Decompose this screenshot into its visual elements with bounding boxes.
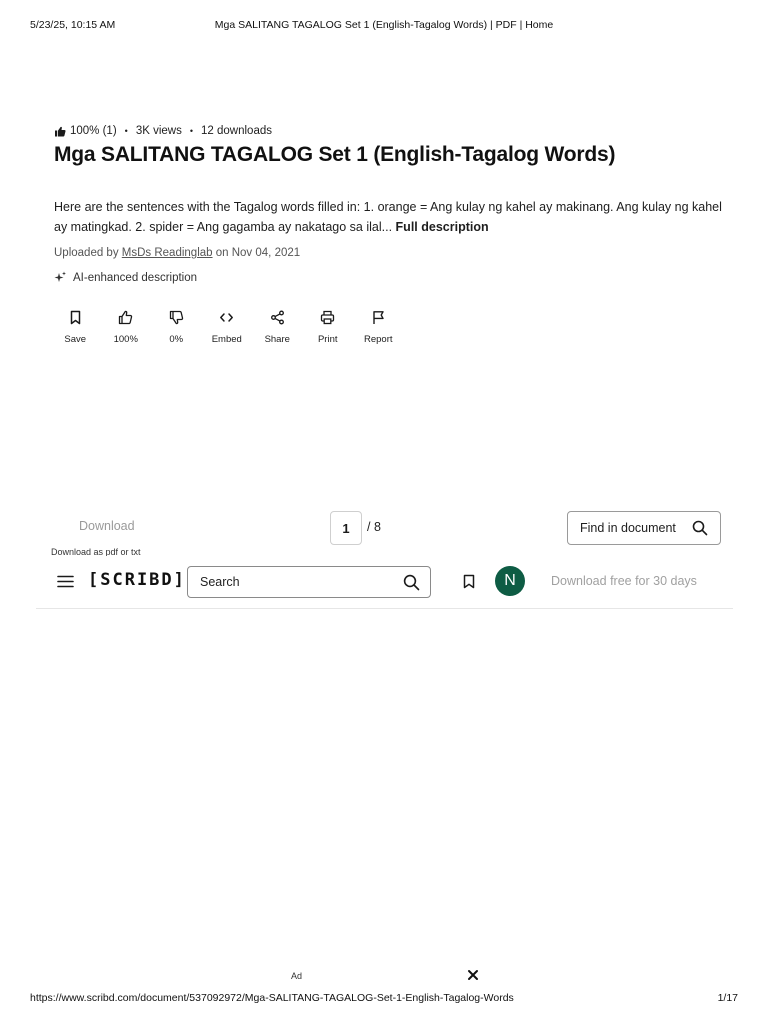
document-description: Here are the sentences with the Tagalog …: [54, 197, 724, 237]
thumbs-up-icon: [119, 310, 133, 325]
save-label: Save: [64, 334, 87, 345]
downvote-percent: 0%: [169, 334, 184, 345]
print-page-number: 1/17: [717, 992, 738, 1004]
bookmark-icon: [70, 310, 80, 325]
description-text: Here are the sentences with the Tagalog …: [54, 200, 722, 234]
print-page-title: Mga SALITANG TAGALOG Set 1 (English-Taga…: [214, 19, 554, 31]
download-button[interactable]: Download: [79, 519, 135, 533]
close-icon[interactable]: [467, 969, 479, 981]
downvote-button[interactable]: 0%: [151, 310, 202, 345]
downloads-count: 12 downloads: [201, 125, 272, 137]
find-in-document-button[interactable]: Find in document: [567, 511, 721, 545]
printer-icon: [321, 310, 335, 325]
find-in-document-label: Find in document: [580, 521, 676, 535]
embed-button[interactable]: Embed: [202, 310, 253, 345]
page-total: / 8: [367, 520, 381, 534]
share-button[interactable]: Share: [252, 310, 303, 345]
document-title: Mga SALITANG TAGALOG Set 1 (English-Taga…: [54, 143, 616, 166]
search-icon[interactable]: [403, 574, 420, 591]
ad-label: Ad: [291, 971, 303, 981]
ai-enhanced-description: AI-enhanced description: [54, 271, 197, 284]
download-format-hint: Download as pdf or txt: [51, 547, 141, 556]
share-icon: [270, 310, 284, 325]
hamburger-menu-icon[interactable]: [57, 575, 74, 588]
separator-dot: •: [124, 126, 128, 136]
document-stats: 100% (1) • 3K views • 12 downloads: [54, 125, 272, 137]
sparkle-icon: [54, 271, 66, 282]
embed-label: Embed: [211, 334, 242, 345]
uploader-link[interactable]: MsDs Readinglab: [122, 247, 213, 259]
report-button[interactable]: Report: [353, 310, 404, 345]
code-icon: [220, 313, 234, 322]
uploaded-date: on Nov 04, 2021: [215, 247, 301, 259]
download-free-trial-link[interactable]: Download free for 30 days: [551, 574, 697, 588]
upvote-button[interactable]: 100%: [101, 310, 152, 345]
print-url: https://www.scribd.com/document/53709297…: [30, 992, 514, 1004]
uploaded-prefix: Uploaded by: [54, 247, 119, 259]
document-actions: Save 100% 0% Embed Share Print Report: [50, 310, 404, 345]
saved-bookmark-icon[interactable]: [463, 574, 475, 589]
scribd-logo[interactable]: [SCRIBD]: [88, 570, 186, 590]
views-count: 3K views: [135, 125, 182, 137]
user-avatar[interactable]: N: [495, 566, 525, 596]
ai-enhanced-label: AI-enhanced description: [73, 271, 198, 284]
report-label: Report: [363, 334, 393, 345]
search-box[interactable]: [187, 566, 431, 598]
thumbs-down-icon: [169, 310, 183, 325]
upvote-percent: 100%: [113, 334, 138, 345]
rating-count: 100% (1): [70, 125, 117, 137]
page-number-input[interactable]: 1: [330, 511, 362, 545]
flag-icon: [373, 311, 384, 324]
share-label: Share: [264, 334, 290, 345]
print-label: Print: [317, 334, 338, 345]
full-description-link[interactable]: Full description: [396, 220, 489, 234]
save-button[interactable]: Save: [50, 310, 101, 345]
print-button[interactable]: Print: [303, 310, 354, 345]
search-input[interactable]: [200, 575, 380, 589]
thumbs-up-filled-icon: [55, 126, 66, 136]
upload-info: Uploaded by MsDs Readinglab on Nov 04, 2…: [54, 247, 300, 259]
separator-dot: •: [189, 126, 194, 136]
search-icon: [692, 520, 708, 536]
